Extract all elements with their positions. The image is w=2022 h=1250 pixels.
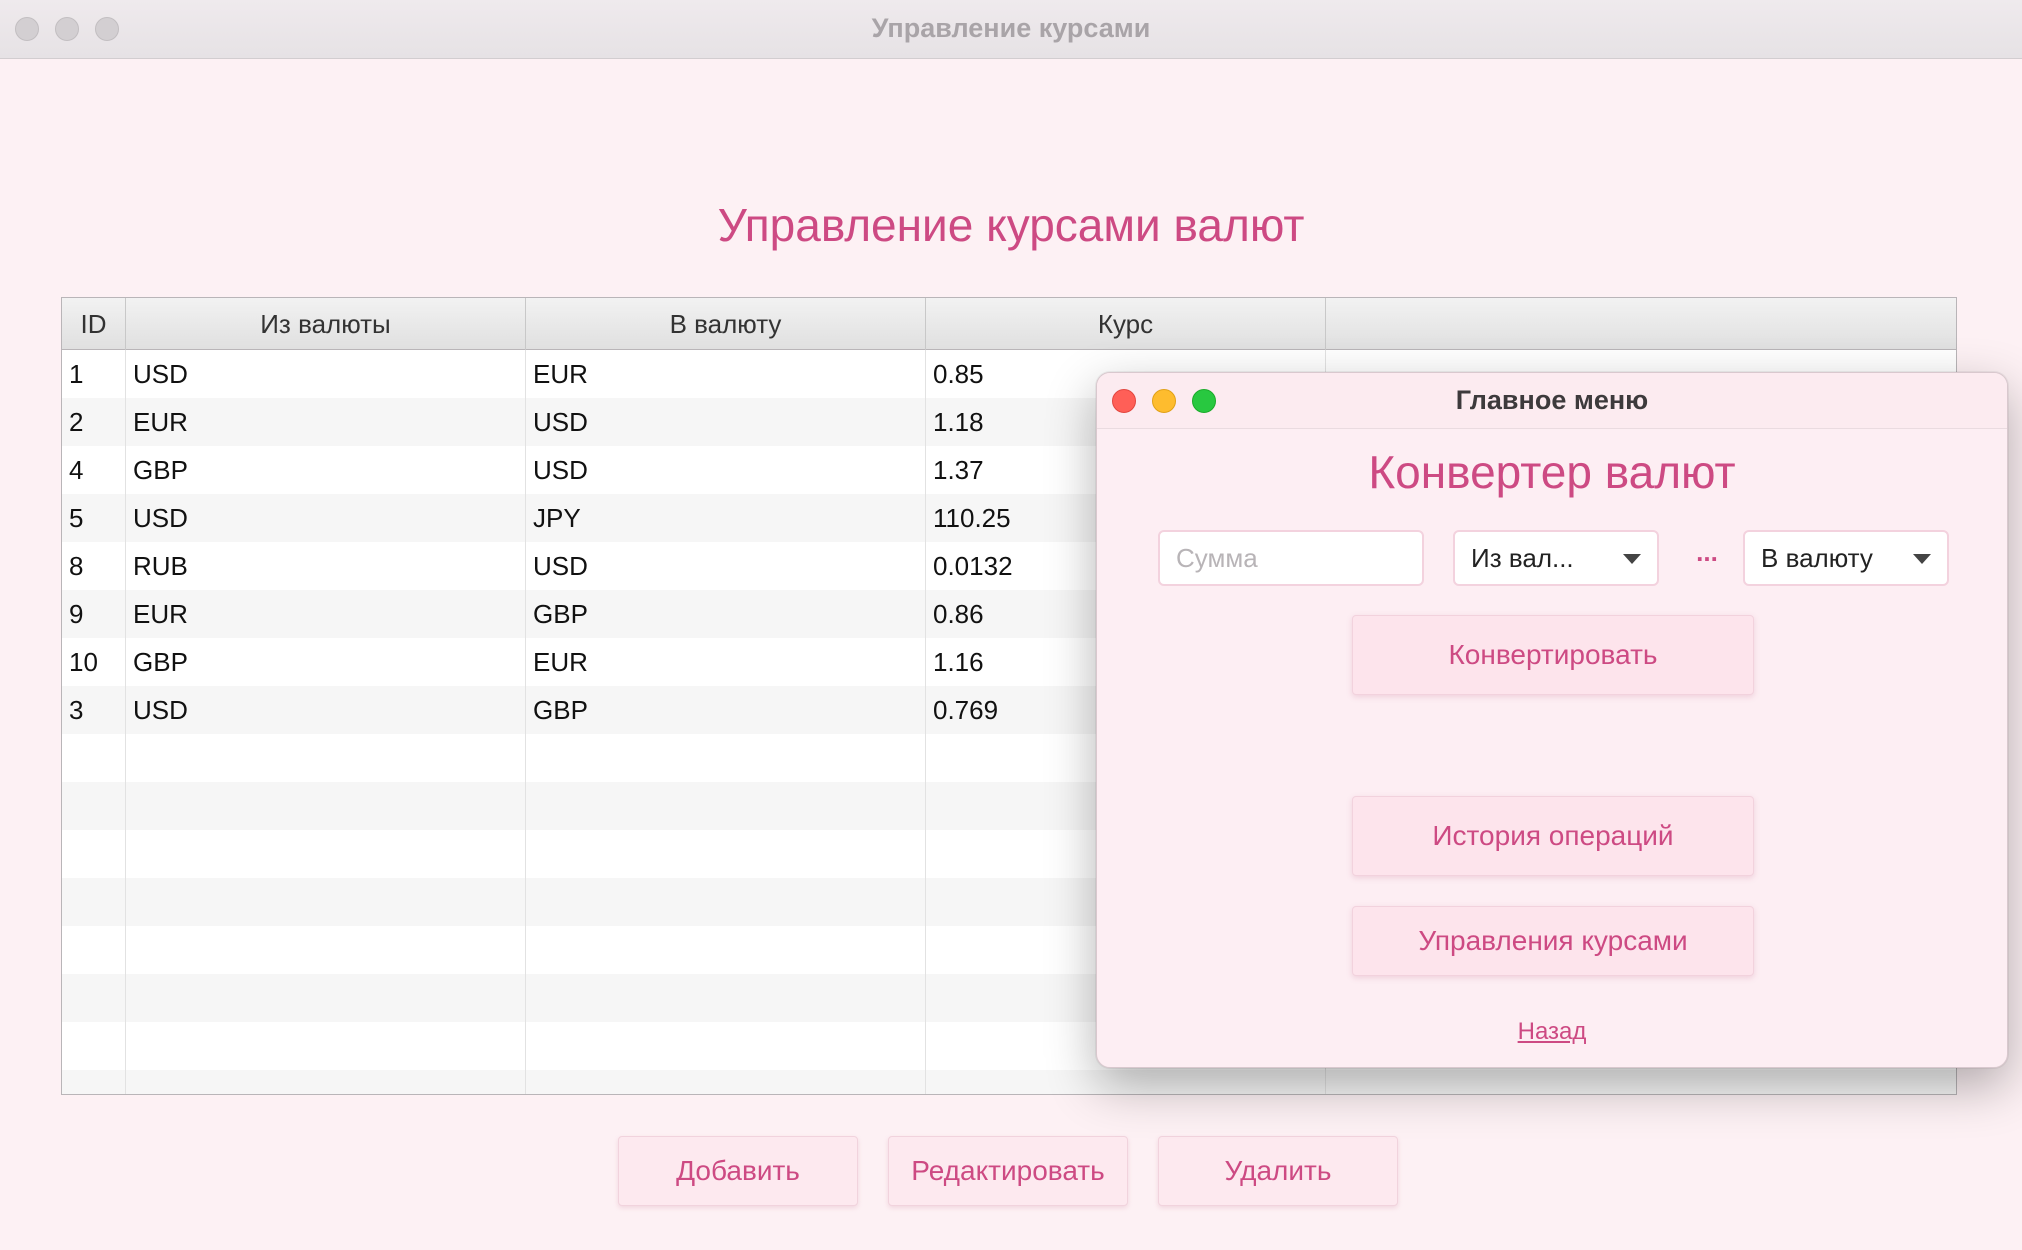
cell-empty [526, 926, 926, 974]
cell-empty [62, 782, 126, 830]
from-currency-value: Из вал... [1471, 543, 1574, 573]
cell-from: EUR [126, 590, 526, 638]
cell-from: RUB [126, 542, 526, 590]
title-bar: Главное меню [1097, 373, 2007, 429]
page-title: Управление курсами валют [717, 199, 1305, 251]
amount-input[interactable] [1158, 530, 1424, 586]
cell-empty [526, 782, 926, 830]
cell-empty [126, 1022, 526, 1070]
cell-from: USD [126, 494, 526, 542]
chevron-down-icon [1623, 554, 1641, 564]
cell-id: 2 [62, 398, 126, 446]
cell-id: 3 [62, 686, 126, 734]
converter-title: Конвертер валют [1368, 446, 1736, 498]
chevron-down-icon [1913, 554, 1931, 564]
cell-to: GBP [526, 590, 926, 638]
window-title: Главное меню [1455, 385, 1649, 415]
cell-id: 4 [62, 446, 126, 494]
cell-empty [126, 734, 526, 782]
main-menu-window: Главное меню Конвертер валют Из вал... .… [1096, 372, 2008, 1068]
column-header-empty[interactable] [1326, 298, 1956, 350]
cell-from: USD [126, 686, 526, 734]
cell-from: USD [126, 350, 526, 398]
manage-rates-button[interactable]: Управления курсами [1352, 906, 1754, 976]
cell-id: 5 [62, 494, 126, 542]
table-header: ID Из валюты В валюту Курс [62, 298, 1956, 350]
window-title: Управление курсами [871, 13, 1151, 43]
column-header-from[interactable]: Из валюты [126, 298, 526, 350]
cell-empty [126, 1070, 526, 1094]
cell-to: EUR [526, 350, 926, 398]
cell-empty [126, 974, 526, 1022]
cell-empty [526, 734, 926, 782]
cell-empty [126, 926, 526, 974]
cell-empty [62, 1022, 126, 1070]
cell-empty [526, 974, 926, 1022]
cell-to: JPY [526, 494, 926, 542]
from-currency-select[interactable]: Из вал... [1453, 530, 1659, 586]
to-currency-value: В валюту [1761, 543, 1873, 573]
cell-to: USD [526, 446, 926, 494]
cell-from: GBP [126, 446, 526, 494]
edit-button[interactable]: Редактировать [888, 1136, 1128, 1206]
cell-id: 1 [62, 350, 126, 398]
cell-empty [62, 974, 126, 1022]
cell-empty [526, 830, 926, 878]
delete-button[interactable]: Удалить [1158, 1136, 1398, 1206]
cell-empty [62, 926, 126, 974]
cell-empty [62, 1070, 126, 1094]
cell-empty [62, 734, 126, 782]
column-header-rate[interactable]: Курс [926, 298, 1326, 350]
cell-to: USD [526, 398, 926, 446]
cell-id: 8 [62, 542, 126, 590]
cell-to: GBP [526, 686, 926, 734]
cell-empty [1326, 1070, 1956, 1094]
cell-id: 10 [62, 638, 126, 686]
cell-empty [926, 1070, 1326, 1094]
column-header-to[interactable]: В валюту [526, 298, 926, 350]
cell-to: EUR [526, 638, 926, 686]
convert-button[interactable]: Конвертировать [1352, 615, 1754, 695]
to-currency-select[interactable]: В валюту [1743, 530, 1949, 586]
swap-currencies-button[interactable]: ... [1687, 537, 1727, 568]
cell-id: 9 [62, 590, 126, 638]
cell-to: USD [526, 542, 926, 590]
title-bar: Управление курсами [0, 0, 2022, 59]
empty-table-row[interactable] [62, 1070, 1956, 1094]
history-button[interactable]: История операций [1352, 796, 1754, 876]
cell-empty [526, 1070, 926, 1094]
cell-from: GBP [126, 638, 526, 686]
cell-empty [526, 1022, 926, 1070]
back-link[interactable]: Назад [1097, 1018, 2007, 1046]
cell-empty [62, 830, 126, 878]
cell-empty [126, 878, 526, 926]
cell-from: EUR [126, 398, 526, 446]
column-header-id[interactable]: ID [62, 298, 126, 350]
cell-empty [62, 878, 126, 926]
add-button[interactable]: Добавить [618, 1136, 858, 1206]
cell-empty [126, 782, 526, 830]
cell-empty [526, 878, 926, 926]
cell-empty [126, 830, 526, 878]
